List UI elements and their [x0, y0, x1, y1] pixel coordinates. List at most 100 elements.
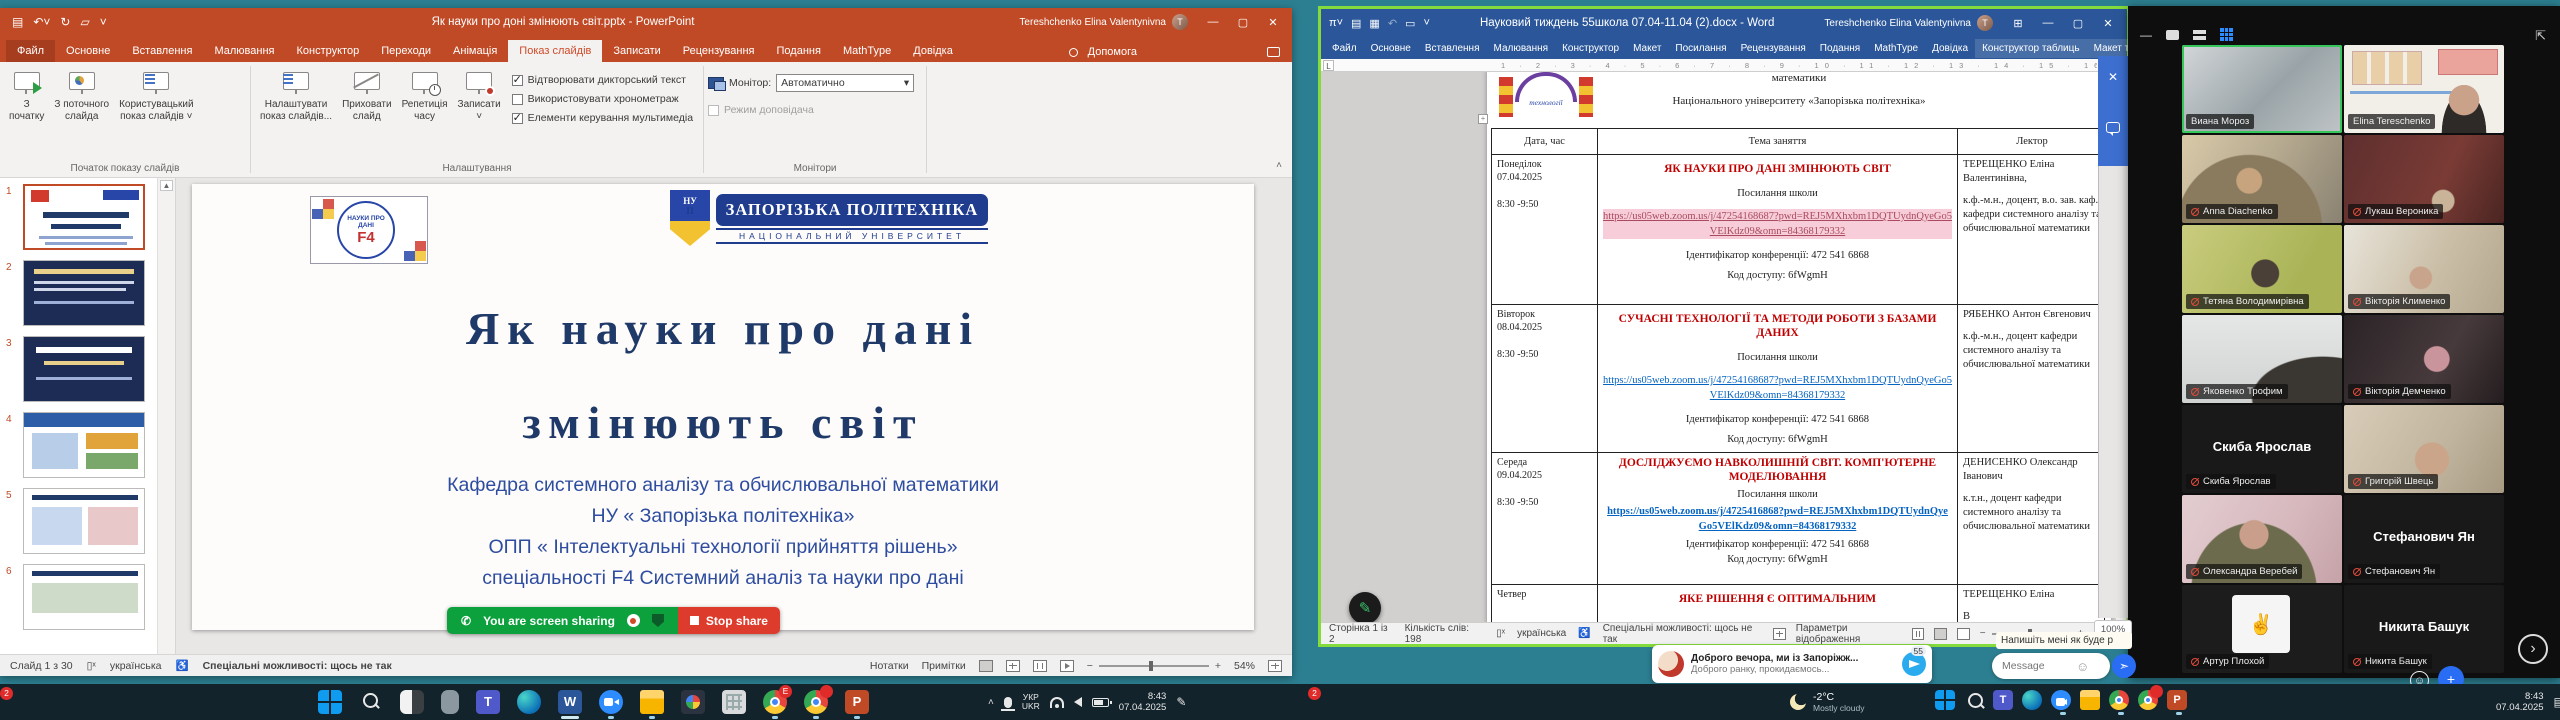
chrome-icon-2[interactable] — [2138, 690, 2158, 710]
close-icon[interactable]: ✕ — [2093, 11, 2123, 35]
stop-share-button[interactable]: Stop share — [678, 607, 780, 634]
tab-references[interactable]: Посилання — [1668, 39, 1733, 58]
restore-icon[interactable]: ▢ — [2063, 11, 2093, 35]
participant-tile[interactable]: Elina Tereschenko — [2344, 45, 2504, 133]
chrome-icon[interactable] — [2109, 690, 2129, 710]
tab-view[interactable]: Подання — [1813, 39, 1867, 58]
widget-icon[interactable] — [441, 690, 459, 714]
participant-tile[interactable]: Никита Башук Никита Башук — [2344, 585, 2504, 673]
web-layout-icon[interactable] — [1957, 628, 1970, 640]
tab-slideshow[interactable]: Показ слайдів — [508, 40, 602, 62]
weather-temp[interactable]: -2°C — [1813, 691, 1865, 703]
save-icon[interactable]: ▤ — [1351, 17, 1361, 30]
edge-icon[interactable] — [517, 690, 541, 714]
tab-draw[interactable]: Малювання — [203, 40, 285, 62]
photos-icon[interactable] — [681, 690, 705, 714]
powerpoint-taskbar-icon[interactable]: P — [2167, 690, 2187, 710]
chat-bubble-icon[interactable] — [2106, 122, 2120, 133]
use-timings-checkbox[interactable]: Використовувати хронометраж — [512, 93, 693, 105]
tab-design[interactable]: Конструктор — [285, 40, 370, 62]
start-slideshow-icon[interactable]: ▱ — [80, 15, 89, 29]
print-preview-icon[interactable]: ▦ — [1369, 17, 1379, 30]
clock[interactable]: 8:4307.04.2025 — [2496, 691, 2544, 713]
clock[interactable]: 8:4307.04.2025 — [1119, 691, 1167, 713]
accessibility-status[interactable]: Спеціальні можливості: щось не так — [1603, 623, 1761, 645]
search-icon[interactable] — [1964, 690, 1984, 710]
record-button[interactable]: Записати ˅ — [453, 66, 506, 127]
participant-tile[interactable]: Скиба Ярослав Скиба Ярослав — [2182, 405, 2342, 493]
participant-tile[interactable]: Олександра Веребей — [2182, 495, 2342, 583]
ribbon-options-icon[interactable]: ⊞ — [2003, 11, 2033, 35]
pen-tray-icon[interactable]: ✎ — [1176, 695, 1186, 709]
battery-icon[interactable] — [1092, 698, 1109, 707]
tab-help[interactable]: Довідка — [1925, 39, 1975, 58]
slide-subtitle-line1[interactable]: Кафедра системного аналізу та обчислювал… — [192, 470, 1254, 501]
messenger-toast[interactable]: Доброго вечора, ми із Запоріжж... Доброг… — [1652, 645, 1932, 683]
tab-table-design[interactable]: Конструктор таблиць — [1975, 39, 2086, 58]
fullscreen-icon[interactable]: ⇱ — [2535, 28, 2546, 44]
normal-view-icon[interactable] — [979, 660, 993, 672]
emoji-icon[interactable]: ☺ — [2076, 659, 2089, 674]
notifications-icon[interactable]: ▤ — [2554, 695, 2560, 709]
minimize-icon[interactable]: — — [1198, 10, 1228, 34]
calculator-icon[interactable] — [722, 690, 746, 714]
tab-selector-box[interactable]: L — [1323, 60, 1334, 71]
slideshow-view-icon[interactable] — [1060, 660, 1074, 672]
slide-thumbnail-5[interactable]: 5 — [6, 488, 175, 554]
minimize-icon[interactable]: — — [2033, 11, 2063, 35]
restore-icon[interactable]: ▢ — [1228, 10, 1258, 34]
tab-design[interactable]: Конструктор — [1555, 39, 1626, 58]
slide-subtitle-line4[interactable]: спеціальності F4 Системний аналіз та нау… — [192, 563, 1254, 594]
tab-assistance[interactable]: Допомога — [1088, 46, 1137, 58]
print-layout-icon[interactable] — [1934, 628, 1947, 640]
play-narrations-checkbox[interactable]: Відтворювати дикторський текст — [512, 74, 693, 86]
participant-tile[interactable]: Яковенко Трофим — [2182, 315, 2342, 403]
participant-tile[interactable]: ✌ Артур Плохой — [2182, 585, 2342, 673]
chrome-icon-2[interactable] — [804, 690, 828, 714]
participant-tile[interactable]: Вікторія Клименко — [2344, 225, 2504, 313]
document-page[interactable]: математики Національного університету «З… — [1487, 72, 2111, 622]
speaker-view-icon[interactable] — [2166, 30, 2179, 40]
weather-moon-icon[interactable] — [1790, 694, 1806, 710]
participant-tile[interactable]: Anna Diachenko — [2182, 135, 2342, 223]
send-message-button[interactable]: ➣ — [2112, 654, 2136, 678]
lightbulb-icon[interactable] — [1069, 48, 1078, 57]
gallery-view-icon[interactable] — [2220, 28, 2233, 41]
comments-icon[interactable] — [1267, 47, 1280, 57]
zoom-level[interactable]: 54% — [1234, 660, 1255, 672]
tab-layout[interactable]: Макет — [1626, 39, 1668, 58]
undo-icon[interactable]: ↶˅ — [33, 15, 50, 29]
open-icon[interactable]: ▭ — [1405, 17, 1415, 30]
zoom-taskbar-icon[interactable] — [2051, 690, 2071, 710]
phone-link-icon[interactable] — [400, 690, 424, 714]
tab-help[interactable]: Довідка — [902, 40, 964, 62]
from-current-slide-button[interactable]: З поточного слайда — [49, 66, 114, 127]
close-icon[interactable]: ✕ — [1258, 10, 1288, 34]
zoom-slider[interactable]: −+ — [1087, 660, 1221, 672]
language-indicator[interactable]: українська — [110, 660, 162, 672]
read-mode-icon[interactable] — [1912, 628, 1925, 640]
slide-canvas[interactable]: НАУКИ ПРО ДАНІ F4 НУП ЗАПОРІЗЬКА ПОЛІТЕХ… — [192, 184, 1254, 630]
collapse-ribbon-icon[interactable]: ˄ — [1276, 160, 1282, 171]
zoom-taskbar-icon[interactable] — [599, 690, 623, 714]
participant-tile[interactable]: Стефанович Ян Стефанович Ян — [2344, 495, 2504, 583]
weather-desc[interactable]: Mostly cloudy — [1813, 703, 1865, 713]
edge-icon[interactable] — [2022, 690, 2042, 710]
chat-preview-text[interactable]: Напишіть мені як буде р — [1996, 632, 2132, 649]
tab-mathtype[interactable]: MathType — [1867, 39, 1925, 58]
teams-icon[interactable]: T — [1993, 690, 2013, 710]
participant-tile[interactable]: Виана Мороз — [2182, 45, 2342, 133]
slide-thumbnail-1[interactable]: 1 — [6, 184, 175, 250]
word-count[interactable]: Кількість слів: 198 — [1405, 623, 1485, 645]
language-indicator[interactable]: українська — [1517, 628, 1566, 639]
tab-insert[interactable]: Вставлення — [1418, 39, 1487, 58]
quick-reply-box[interactable]: ☺ — [1992, 653, 2110, 679]
hide-slide-button[interactable]: Приховати слайд — [337, 66, 397, 127]
search-icon[interactable] — [359, 690, 383, 714]
fit-to-window-icon[interactable] — [1268, 660, 1282, 672]
start-button[interactable] — [318, 690, 342, 714]
mic-tray-icon[interactable] — [1004, 697, 1012, 708]
display-settings-label[interactable]: Параметри відображення — [1796, 623, 1902, 645]
participant-tile[interactable]: Вікторія Демченко — [2344, 315, 2504, 403]
presenter-view-checkbox[interactable] — [708, 105, 719, 116]
